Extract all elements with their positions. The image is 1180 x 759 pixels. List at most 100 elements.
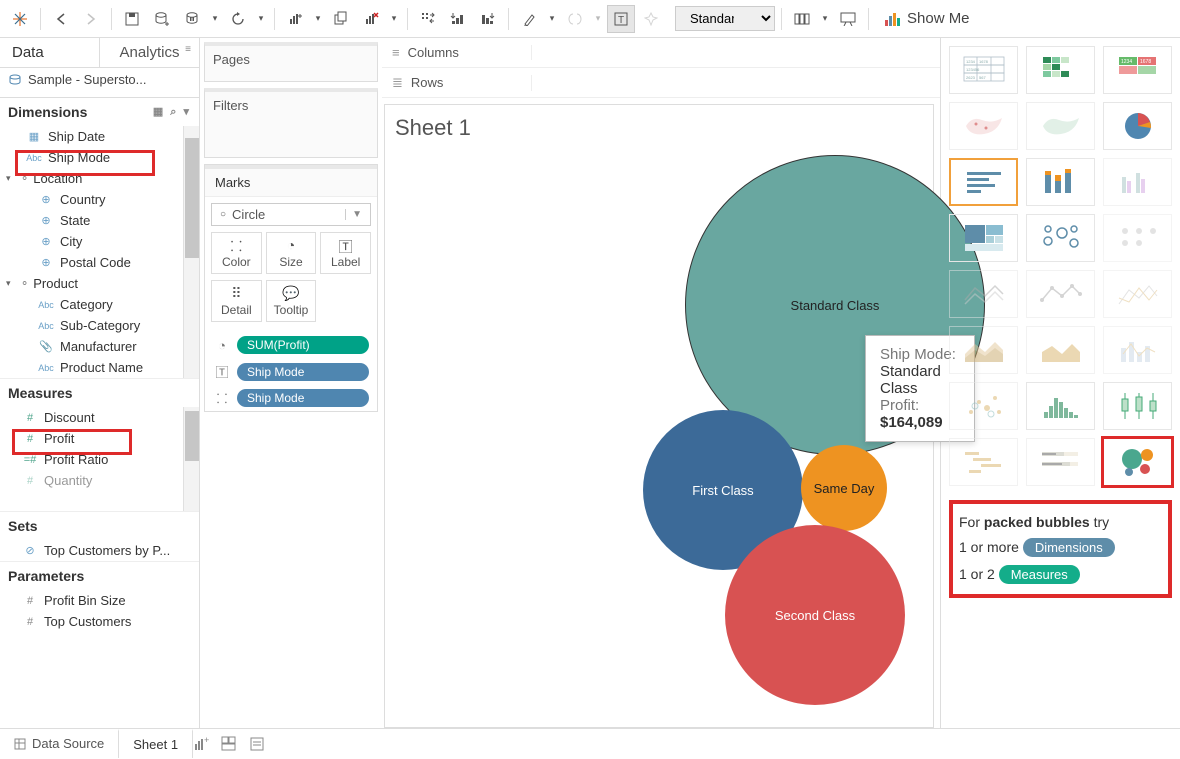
dropdown-arrow-icon[interactable]: ▾ [311, 5, 325, 33]
mark-size[interactable]: ◔Size [266, 232, 317, 274]
new-dashboard-button[interactable] [221, 736, 249, 752]
param-top-customers[interactable]: Top Customers [44, 614, 131, 629]
sm-area-disc[interactable] [1026, 326, 1095, 374]
dropdown-arrow-icon[interactable]: ▾ [591, 5, 605, 33]
sm-text-table[interactable]: 123416781234562623567 [949, 46, 1018, 94]
sm-circle-views[interactable] [1026, 214, 1095, 262]
pill-size-profit[interactable]: ◔SUM(Profit) [205, 332, 377, 358]
mark-label[interactable]: 🅃Label [320, 232, 371, 274]
sm-dual-line[interactable] [1103, 270, 1172, 318]
dim-category[interactable]: Category [60, 297, 113, 312]
back-button[interactable] [47, 5, 75, 33]
dim-postal-code[interactable]: Postal Code [60, 255, 131, 270]
meas-discount[interactable]: Discount [44, 410, 95, 425]
dim-state[interactable]: State [60, 213, 90, 228]
sm-hbar[interactable] [949, 158, 1018, 206]
mark-tooltip[interactable]: 💬Tooltip [266, 280, 317, 322]
new-story-button[interactable] [249, 736, 277, 752]
tooltip-value-profit: $164,089 [880, 414, 943, 431]
sm-stacked-bar[interactable] [1026, 158, 1095, 206]
show-cards-icon[interactable] [788, 5, 816, 33]
fit-selector[interactable]: Standard [675, 6, 775, 31]
dropdown-arrow-icon[interactable]: ▾ [254, 5, 268, 33]
sort-asc-icon[interactable] [444, 5, 472, 33]
new-sheet-button[interactable]: + [193, 736, 221, 752]
dim-group-product[interactable]: Product [33, 276, 78, 291]
sort-desc-icon[interactable] [474, 5, 502, 33]
sm-line-disc[interactable] [1026, 270, 1095, 318]
tab-analytics[interactable]: Analytics [99, 38, 199, 67]
sm-gantt[interactable] [949, 438, 1018, 486]
sm-area-cont[interactable] [949, 326, 1018, 374]
new-worksheet-icon[interactable] [281, 5, 309, 33]
sm-line-cont[interactable] [949, 270, 1018, 318]
hint-type: packed bubbles [984, 514, 1090, 530]
mark-color[interactable]: ⸬Color [211, 232, 262, 274]
dimensions-tools[interactable]: ▦ ⌕ ▾ [153, 105, 191, 119]
pill-label-shipmode[interactable]: 🅃Ship Mode [205, 358, 377, 385]
swap-icon[interactable] [414, 5, 442, 33]
sm-side-circle[interactable] [1103, 214, 1172, 262]
duplicate-sheet-icon[interactable] [327, 5, 355, 33]
sm-histogram[interactable] [1026, 382, 1095, 430]
sm-pie[interactable] [1103, 102, 1172, 150]
bubble-same-day[interactable]: Same Day [801, 445, 887, 531]
mark-detail[interactable]: ⠿Detail [211, 280, 262, 322]
datasource-row[interactable]: Sample - Supersto... [0, 68, 199, 98]
tab-sheet-1[interactable]: Sheet 1 [118, 729, 193, 758]
viz-canvas[interactable]: Sheet 1 Standard Class First Class Same … [384, 104, 934, 728]
meas-quantity[interactable]: Quantity [44, 473, 92, 488]
save-icon[interactable] [118, 5, 146, 33]
rows-shelf[interactable]: ≣Rows [382, 68, 940, 98]
filters-shelf[interactable]: Filters [204, 88, 378, 158]
sm-highlight-table[interactable]: 12341678 [1103, 46, 1172, 94]
set-top-customers[interactable]: Top Customers by P... [44, 543, 170, 558]
dim-ship-date[interactable]: Ship Date [48, 129, 105, 144]
dropdown-arrow-icon[interactable]: ▾ [545, 5, 559, 33]
dim-product-name[interactable]: Product Name [60, 360, 143, 375]
columns-label: Columns [408, 45, 459, 60]
dropdown-arrow-icon[interactable]: ▾ [818, 5, 832, 33]
forward-button[interactable] [77, 5, 105, 33]
tab-data[interactable]: Data [0, 38, 99, 67]
columns-shelf[interactable]: ≡Columns [382, 38, 940, 68]
mark-type-selector[interactable]: ○ Circle ▼ [211, 203, 371, 226]
group-icon[interactable] [561, 5, 589, 33]
clear-sheet-icon[interactable] [357, 5, 385, 33]
presentation-mode-icon[interactable] [834, 5, 862, 33]
worksheet-area: ≡Columns ≣Rows Sheet 1 Standard Class Fi… [382, 38, 940, 728]
sm-dual-combo[interactable] [1103, 326, 1172, 374]
param-profit-bin[interactable]: Profit Bin Size [44, 593, 126, 608]
sm-scatter[interactable] [949, 382, 1018, 430]
sm-box-plot[interactable] [1103, 382, 1172, 430]
tableau-logo-icon[interactable] [6, 5, 34, 33]
hint-dimensions-pill: Dimensions [1023, 538, 1115, 557]
dim-manufacturer[interactable]: Manufacturer [60, 339, 137, 354]
dropdown-arrow-icon[interactable]: ▾ [387, 5, 401, 33]
sm-filled-map[interactable] [1026, 102, 1095, 150]
pill-color-shipmode[interactable]: ⸬Ship Mode [205, 385, 377, 411]
pages-shelf[interactable]: Pages [204, 42, 378, 82]
show-labels-icon[interactable]: T [607, 5, 635, 33]
bubble-second-class[interactable]: Second Class [725, 525, 905, 705]
highlight-icon[interactable] [515, 5, 543, 33]
dropdown-arrow-icon[interactable]: ▾ [208, 5, 222, 33]
sm-symbol-map[interactable] [949, 102, 1018, 150]
sm-bullet[interactable] [1026, 438, 1095, 486]
sm-heat-map[interactable] [1026, 46, 1095, 94]
refresh-icon[interactable] [224, 5, 252, 33]
dim-country[interactable]: Country [60, 192, 106, 207]
new-datasource-icon[interactable] [148, 5, 176, 33]
sm-side-by-side-bar[interactable] [1103, 158, 1172, 206]
pause-auto-updates-icon[interactable] [178, 5, 206, 33]
sm-packed-bubbles[interactable] [1103, 438, 1172, 486]
tab-data-source[interactable]: Data Source [0, 729, 118, 758]
tooltip-value-shipmode: Standard Class [880, 363, 941, 397]
marks-card: Marks ○ Circle ▼ ⸬Color ◔Size 🅃Label ⠿De… [204, 164, 378, 412]
pin-icon[interactable] [637, 5, 665, 33]
sheet-title[interactable]: Sheet 1 [385, 105, 933, 141]
dim-sub-category[interactable]: Sub-Category [60, 318, 140, 333]
show-me-button[interactable]: Show Me [875, 6, 980, 31]
sm-treemap[interactable] [949, 214, 1018, 262]
dim-city[interactable]: City [60, 234, 82, 249]
